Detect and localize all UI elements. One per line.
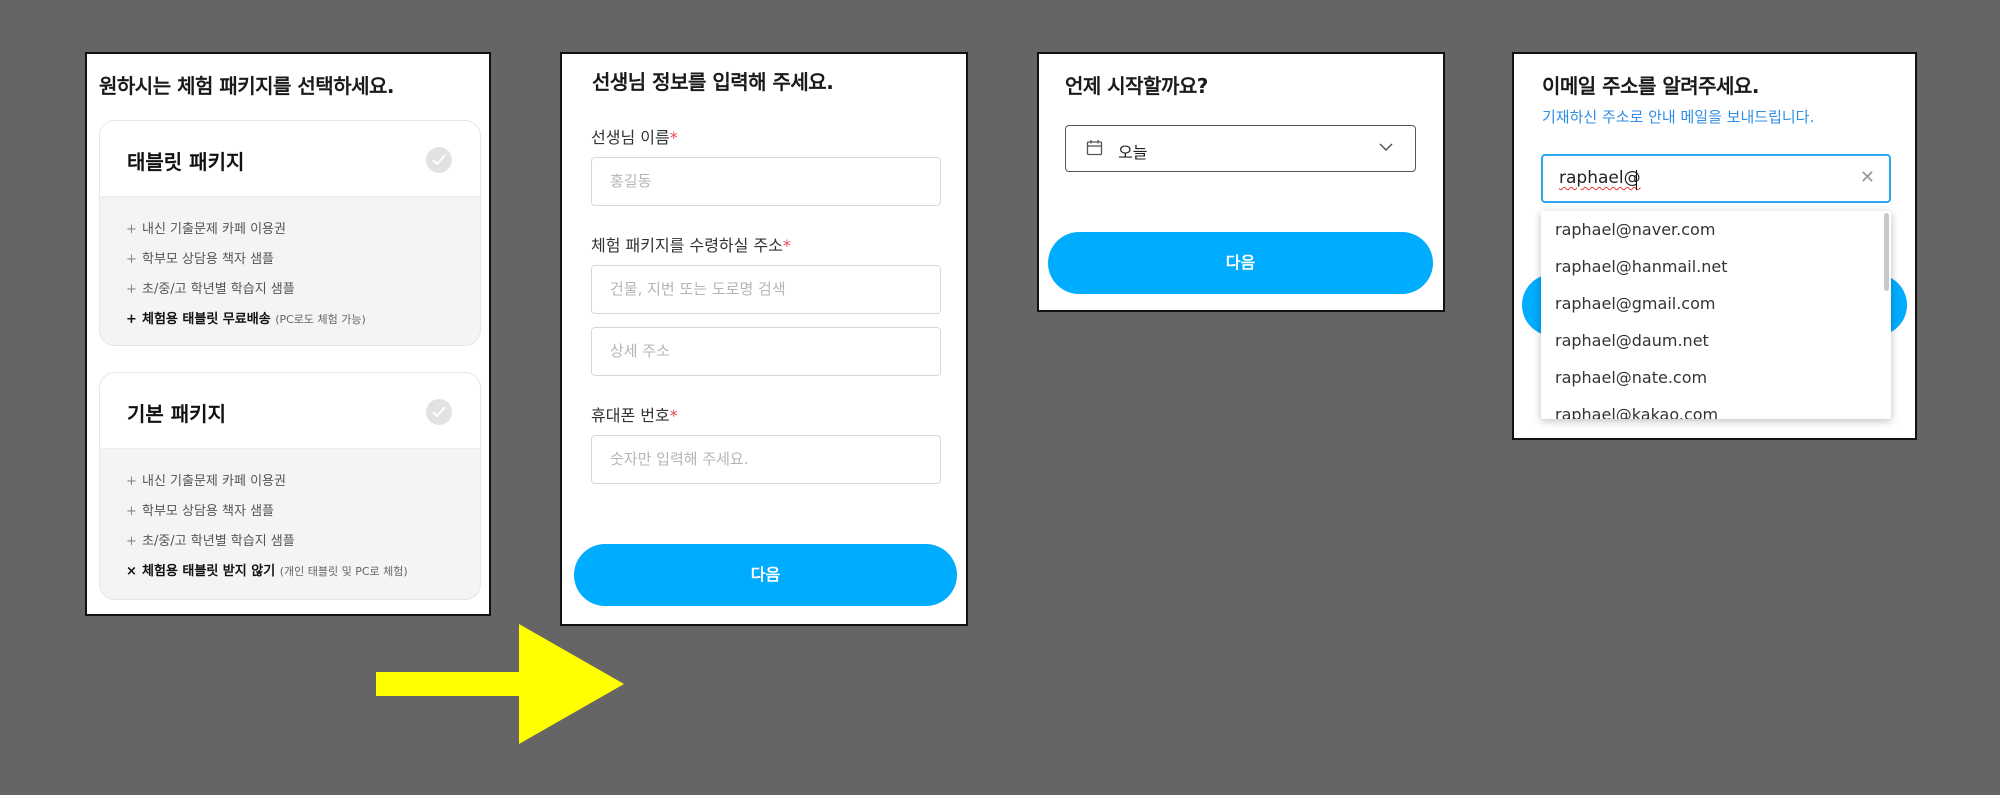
list-item: + 학부모 상담용 책자 샘플 — [126, 497, 480, 527]
email-input[interactable]: raphael@ ✕ — [1541, 154, 1891, 203]
address-field-label: 체험 패키지를 수령하실 주소* — [591, 232, 791, 256]
package-card-basic[interactable]: 기본 패키지 + 내신 기출문제 카페 이용권 + 학부모 상담용 책자 샘플 + 초… — [99, 372, 481, 600]
next-button[interactable]: 다음 — [574, 544, 957, 606]
package-benefit-list: + 내신 기출문제 카페 이용권 + 학부모 상담용 책자 샘플 + 초/중/고 학년… — [100, 197, 480, 335]
email-input-value: raphael@ — [1559, 168, 1641, 188]
email-suggestion-item[interactable]: raphael@nate.com — [1541, 359, 1891, 396]
name-input[interactable]: 홍길동 — [591, 157, 941, 206]
package-name: 기본 패키지 — [127, 402, 226, 426]
name-field-label: 선생님 이름* — [591, 124, 678, 148]
email-step-panel: 이메일 주소를 알려주세요. 기재하신 주소로 안내 메일을 보내드립니다. r… — [1512, 52, 1917, 440]
email-suggestion-item[interactable]: raphael@kakao.com — [1541, 396, 1891, 419]
phone-field-label: 휴대폰 번호* — [591, 402, 678, 426]
plus-icon: + — [126, 222, 137, 237]
package-card-header: 태블릿 패키지 — [100, 121, 480, 197]
email-suggestion-dropdown: raphael@naver.com raphael@hanmail.net ra… — [1541, 211, 1891, 419]
email-suggestion-item[interactable]: raphael@gmail.com — [1541, 285, 1891, 322]
required-mark: * — [669, 406, 678, 425]
list-item: + 내신 기출문제 카페 이용권 — [126, 215, 480, 245]
benefit-text: 내신 기출문제 카페 이용권 — [142, 222, 286, 237]
package-name: 태블릿 패키지 — [127, 150, 245, 174]
benefit-note: (개인 태블릿 및 PC로 체험) — [279, 565, 408, 578]
address-search-input[interactable]: 건물, 지번 또는 도로명 검색 — [591, 265, 941, 314]
benefit-text: 학부모 상담용 책자 샘플 — [142, 504, 274, 519]
address-detail-input[interactable]: 상세 주소 — [591, 327, 941, 376]
benefit-text: 내신 기출문제 카페 이용권 — [142, 474, 286, 489]
text-caret — [1636, 170, 1637, 190]
plus-icon: + — [126, 474, 137, 489]
list-item: + 체험용 태블릿 무료배송 (PC로도 체험 가능) — [126, 305, 480, 335]
list-item: + 내신 기출문제 카페 이용권 — [126, 467, 480, 497]
email-step-subtitle: 기재하신 주소로 안내 메일을 보내드립니다. — [1542, 108, 1815, 126]
package-card-tablet[interactable]: 태블릿 패키지 + 내신 기출문제 카페 이용권 + 학부모 상담용 책자 샘플 +… — [99, 120, 481, 346]
x-icon: × — [126, 564, 137, 579]
calendar-icon — [1086, 140, 1103, 156]
plus-icon: + — [126, 534, 137, 549]
benefit-text: 학부모 상담용 책자 샘플 — [142, 252, 274, 267]
check-icon[interactable] — [426, 399, 452, 425]
clear-icon[interactable]: ✕ — [1860, 167, 1875, 188]
list-item: + 초/중/고 학년별 학습지 샘플 — [126, 275, 480, 305]
start-date-select[interactable]: 오늘 — [1065, 125, 1416, 172]
required-mark: * — [782, 236, 791, 255]
required-mark: * — [669, 128, 678, 147]
email-suggestion-item[interactable]: raphael@naver.com — [1541, 211, 1891, 248]
benefit-text: 체험용 태블릿 무료배송 — [142, 312, 271, 327]
email-suggestion-item[interactable]: raphael@daum.net — [1541, 322, 1891, 359]
plus-icon: + — [126, 282, 137, 297]
start-step-panel: 언제 시작할까요? 오늘 다음 — [1037, 52, 1445, 312]
flow-arrow-icon — [376, 624, 624, 744]
benefit-note: (PC로도 체험 가능) — [275, 313, 366, 326]
benefit-text: 체험용 태블릿 받지 않기 — [142, 564, 276, 579]
plus-icon: + — [126, 252, 137, 267]
select-value: 오늘 — [1118, 143, 1148, 162]
package-card-header: 기본 패키지 — [100, 373, 480, 449]
list-item: × 체험용 태블릿 받지 않기 (개인 태블릿 및 PC로 체험) — [126, 557, 480, 587]
email-step-title: 이메일 주소를 알려주세요. — [1542, 74, 1759, 98]
info-step-title: 선생님 정보를 입력해 주세요. — [592, 70, 834, 94]
benefit-text: 초/중/고 학년별 학습지 샘플 — [142, 282, 295, 297]
list-item: + 학부모 상담용 책자 샘플 — [126, 245, 480, 275]
chevron-down-icon — [1379, 143, 1393, 152]
phone-label-text: 휴대폰 번호 — [591, 406, 670, 425]
email-suggestion-item[interactable]: raphael@hanmail.net — [1541, 248, 1891, 285]
next-button[interactable]: 다음 — [1048, 232, 1433, 294]
check-icon[interactable] — [426, 147, 452, 173]
list-item: + 초/중/고 학년별 학습지 샘플 — [126, 527, 480, 557]
plus-icon: + — [126, 312, 137, 327]
phone-input[interactable]: 숫자만 입력해 주세요. — [591, 435, 941, 484]
package-step-panel: 원하시는 체험 패키지를 선택하세요. 태블릿 패키지 + 내신 기출문제 카페 … — [85, 52, 491, 616]
name-label-text: 선생님 이름 — [591, 128, 670, 147]
address-label-text: 체험 패키지를 수령하실 주소 — [591, 236, 783, 255]
package-benefit-list: + 내신 기출문제 카페 이용권 + 학부모 상담용 책자 샘플 + 초/중/고 학년… — [100, 449, 480, 587]
benefit-text: 초/중/고 학년별 학습지 샘플 — [142, 534, 295, 549]
dropdown-scrollbar[interactable] — [1884, 213, 1889, 291]
package-step-title: 원하시는 체험 패키지를 선택하세요. — [99, 74, 395, 98]
start-step-title: 언제 시작할까요? — [1065, 74, 1208, 98]
plus-icon: + — [126, 504, 137, 519]
info-step-panel: 선생님 정보를 입력해 주세요. 선생님 이름* 홍길동 체험 패키지를 수령하… — [560, 52, 968, 626]
